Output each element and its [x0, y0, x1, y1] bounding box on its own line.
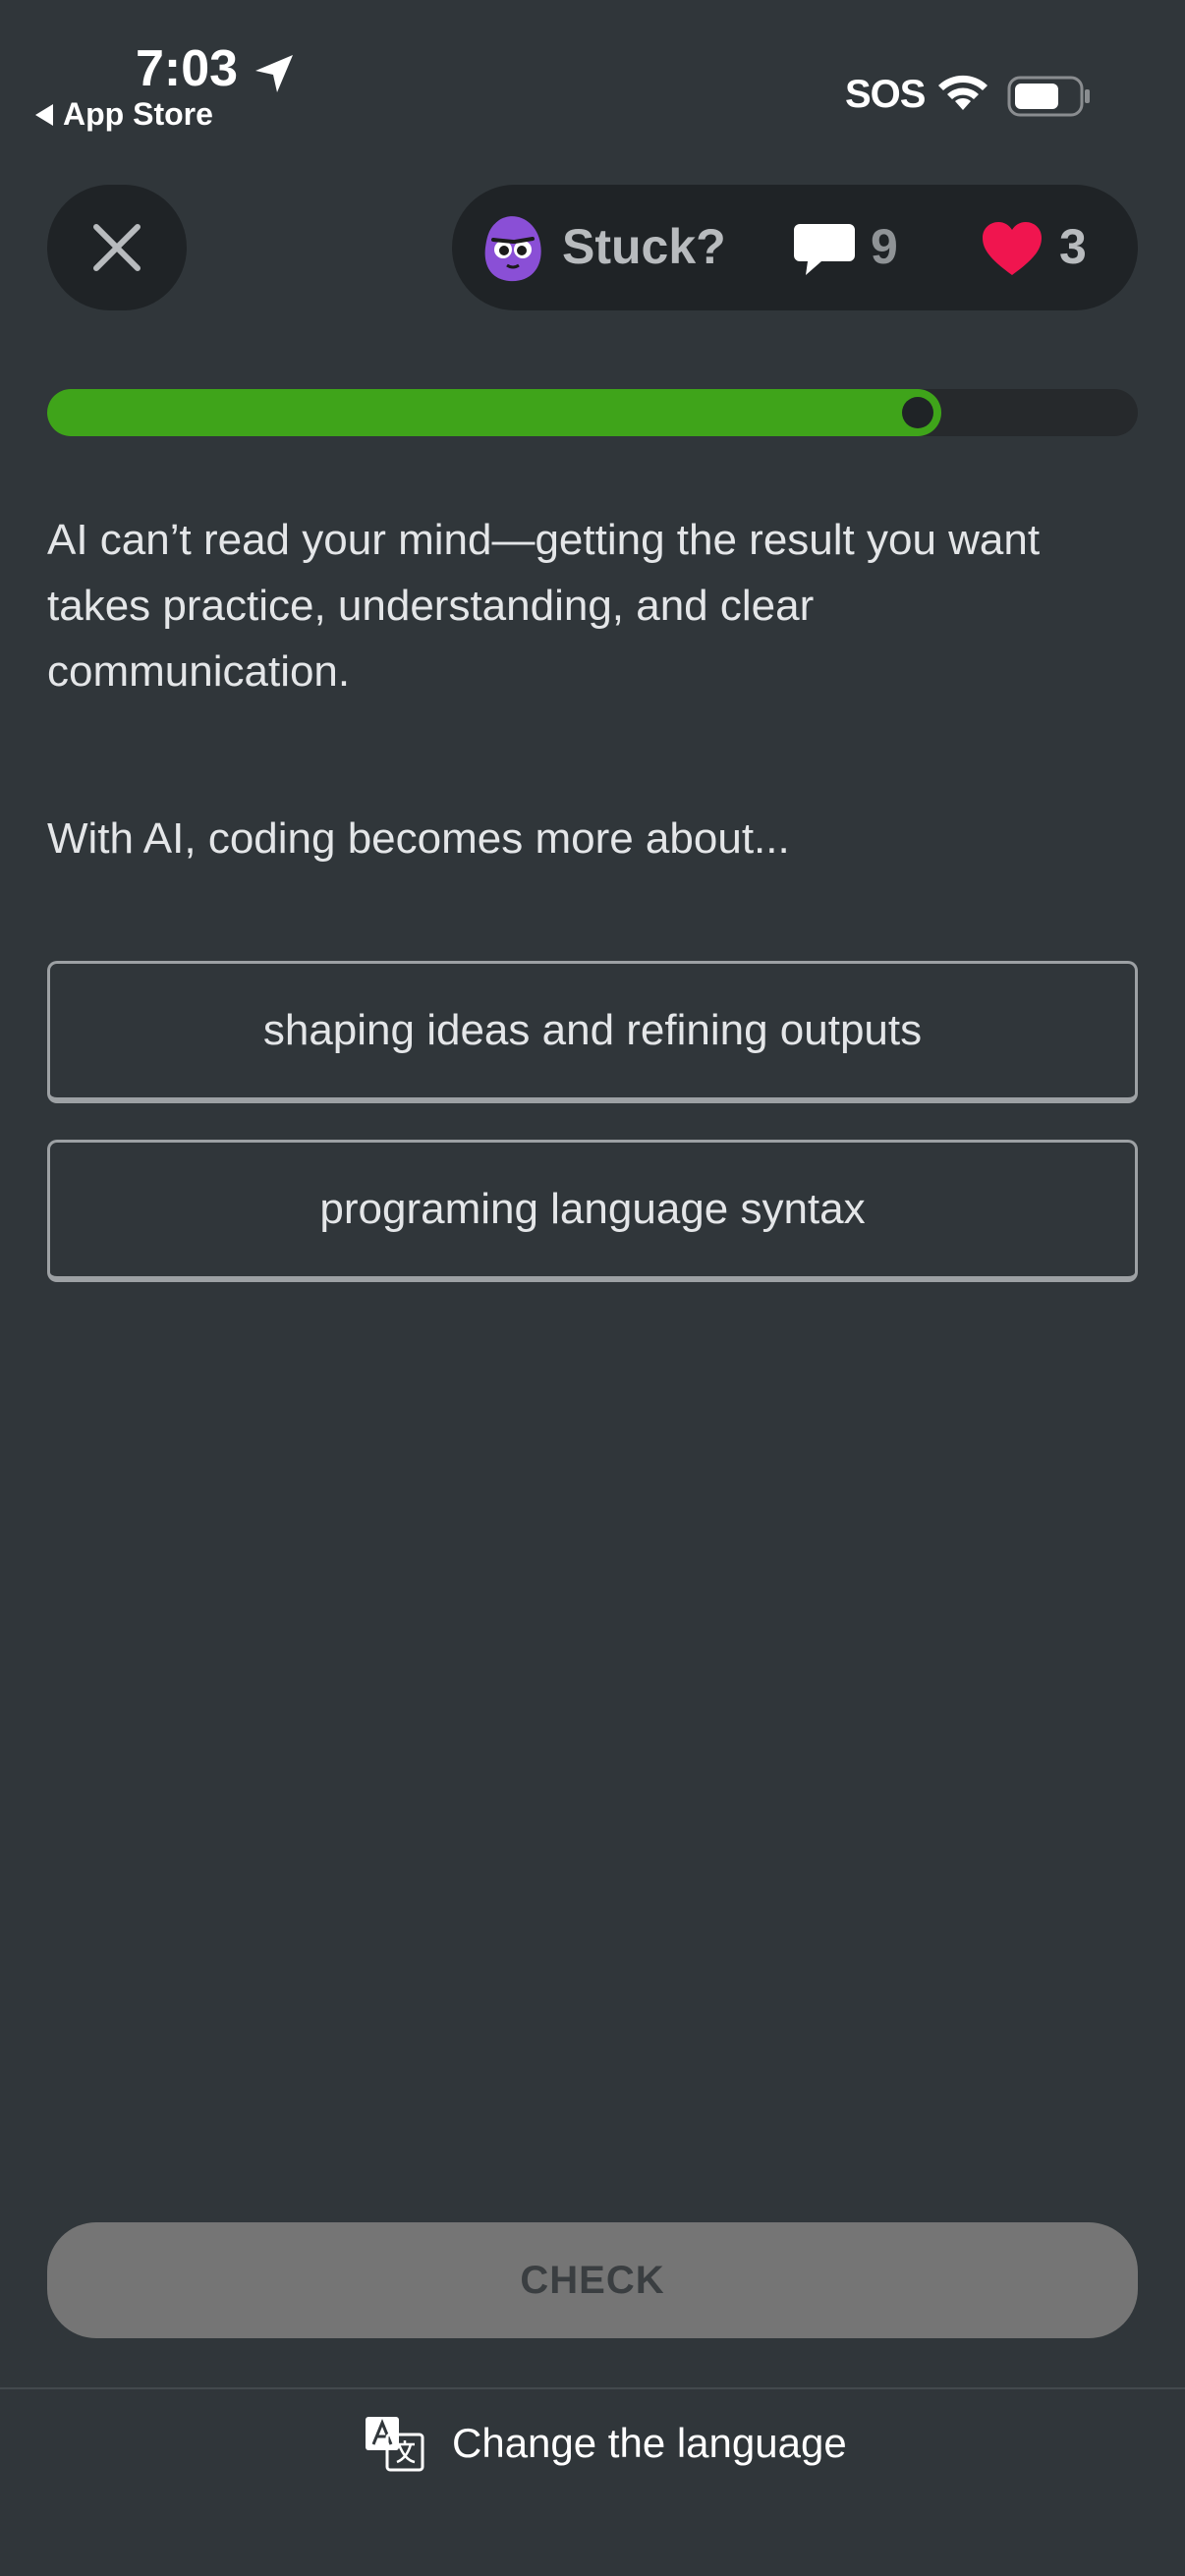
status-time: 7:03	[136, 40, 239, 97]
back-app-label: App Store	[63, 96, 213, 132]
heart-icon	[983, 222, 1042, 275]
change-language-button[interactable]: Change the language	[364, 2415, 847, 2472]
translate-icon	[366, 2417, 424, 2472]
answer-option[interactable]: programing language syntax	[47, 1140, 1138, 1282]
check-button[interactable]: CHECK	[47, 2222, 1138, 2338]
stuck-label[interactable]: Stuck?	[562, 218, 726, 275]
lesson-progress-bar	[47, 389, 1138, 436]
comment-icon[interactable]	[792, 220, 857, 279]
close-button[interactable]	[47, 185, 187, 310]
hearts-count: 3	[1059, 219, 1087, 274]
back-to-app-store-link[interactable]: App Store	[35, 96, 213, 133]
footer-divider	[0, 2387, 1185, 2389]
question-text: With AI, coding becomes more about...	[47, 814, 790, 863]
change-language-label: Change the language	[452, 2420, 847, 2466]
lesson-intro-text: AI can’t read your mind—getting the resu…	[47, 516, 1041, 696]
answer-option[interactable]: shaping ideas and refining outputs	[47, 961, 1138, 1103]
close-icon	[93, 224, 141, 271]
back-triangle-icon	[35, 103, 53, 126]
progress-knob	[902, 397, 933, 428]
lesson-help-bar: Stuck? 9 3	[452, 185, 1138, 310]
mascot-icon	[484, 216, 541, 282]
progress-fill	[47, 389, 941, 436]
comments-count: 9	[871, 219, 898, 274]
stuck-help-button[interactable]	[480, 210, 546, 290]
location-arrow-icon	[255, 55, 293, 92]
wifi-icon	[938, 75, 988, 110]
battery-icon	[1007, 76, 1090, 117]
sos-indicator: SOS	[845, 73, 926, 116]
